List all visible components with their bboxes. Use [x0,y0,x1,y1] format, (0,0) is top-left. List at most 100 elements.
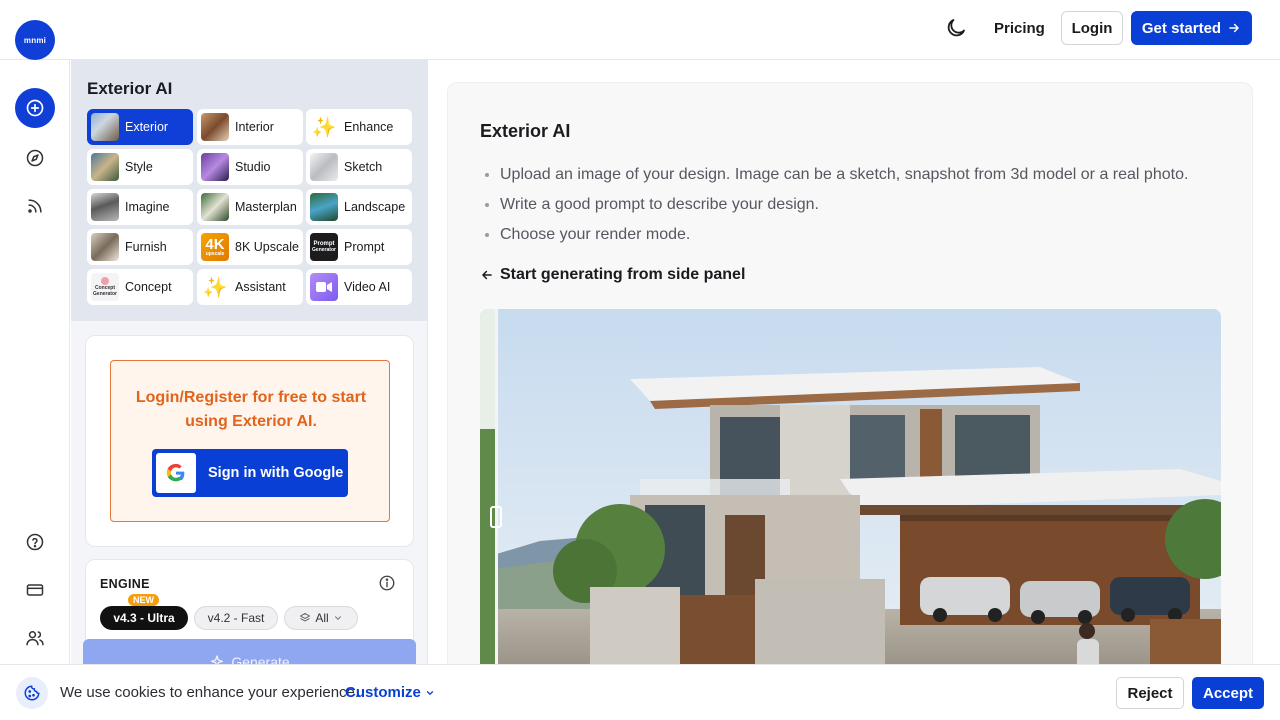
tool-furnish[interactable]: Furnish [87,229,193,265]
login-prompt-box: Login/Register for free to start using E… [110,360,390,522]
tool-label: Exterior [125,120,169,134]
tool-label: Masterplan [235,200,297,214]
tool-label: Enhance [344,120,394,134]
tool-label: 8K Upscale [235,240,299,254]
concept-thumb-dot [101,277,109,285]
chevron-down-icon [426,690,433,695]
landscape-thumbnail [310,193,338,221]
generate-button[interactable]: Generate [83,639,416,664]
exterior-thumbnail [91,113,119,141]
sketch-thumbnail [310,153,338,181]
main-title: Exterior AI [480,121,571,141]
info-icon[interactable] [378,574,396,592]
tool-label: Interior [235,120,274,134]
tool-video-ai[interactable]: Video AI [306,269,412,305]
main-card: Exterior AI Upload an image of your desi… [447,82,1253,682]
arrow-right-icon [1229,23,1239,33]
video-camera-icon [310,273,338,301]
tool-label: Studio [235,160,271,174]
tool-label: Concept [125,280,172,294]
customize-link[interactable]: Customize [345,684,435,701]
cookie-banner: We use cookies to enhance your experienc… [0,664,1280,720]
instruction-item: Choose your render mode. [500,223,1188,253]
tool-sketch[interactable]: Sketch [306,149,412,185]
layers-icon [300,613,311,622]
tool-label: Assistant [235,280,286,294]
tool-label: Sketch [344,160,383,174]
tool-assistant[interactable]: ✨ Assistant [197,269,303,305]
cookie-text: We use cookies to enhance your experienc… [60,684,360,701]
pricing-link[interactable]: Pricing [986,14,1053,42]
login-card: Login/Register for free to start using E… [85,335,414,547]
tool-panel: Exterior AI Exterior Interior ✨ Enhance … [71,60,428,664]
engine-option-fast[interactable]: v4.2 - Fast [194,606,278,630]
imagine-thumbnail [91,193,119,221]
tool-landscape[interactable]: Landscape [306,189,412,225]
tool-style[interactable]: Style [87,149,193,185]
tool-label: Furnish [125,240,167,254]
style-thumbnail [91,153,119,181]
engine-label: ENGINE [100,577,150,591]
upscale-thumbnail: 4K upscale [201,233,229,261]
tool-interior[interactable]: Interior [197,109,303,145]
google-icon [156,453,196,493]
upscale-thumb-top: 4K [205,236,225,253]
tool-concept[interactable]: Concept Generator Concept [87,269,193,305]
tool-label: Imagine [125,200,170,214]
prompt-thumb-line2: Generator [312,246,336,253]
start-generating-link[interactable]: Start generating from side panel [480,266,745,284]
left-rail [0,60,70,664]
instruction-item: Write a good prompt to describe your des… [500,193,1188,223]
panel-title: Exterior AI [87,79,173,98]
users-icon[interactable] [23,626,47,650]
top-bar: mnmi Pricing Login Get started [0,0,1280,60]
tool-masterplan[interactable]: Masterplan [197,189,303,225]
instructions-list: Upload an image of your design. Image ca… [500,163,1188,253]
tool-enhance[interactable]: ✨ Enhance [306,109,412,145]
credit-card-icon[interactable] [23,578,47,602]
reject-button[interactable]: Reject [1116,677,1184,709]
tool-exterior[interactable]: Exterior [87,109,193,145]
furnish-thumbnail [91,233,119,261]
tool-prompt[interactable]: Prompt Generator Prompt [306,229,412,265]
engine-option-all-label: All [315,611,329,625]
get-started-label: Get started [1141,19,1222,37]
concept-thumb-line2: Generator [93,290,117,297]
prompt-thumbnail: Prompt Generator [310,233,338,261]
upscale-thumb-bottom: upscale [205,251,225,257]
sparkles-icon: ✨ [202,276,228,299]
tool-label: Style [125,160,153,174]
login-prompt-text: Login/Register for free to start using E… [135,389,367,430]
login-button[interactable]: Login [1061,11,1123,45]
concept-thumbnail: Concept Generator [91,273,119,301]
tool-studio[interactable]: Studio [197,149,303,185]
moon-icon[interactable] [944,16,968,40]
help-icon[interactable] [23,530,47,554]
example-render-image [480,309,1221,681]
generate-label: Generate [231,654,290,664]
sign-in-google-button[interactable]: Sign in with Google [152,449,348,497]
tool-8k-upscale[interactable]: 4K upscale 8K Upscale [197,229,303,265]
tool-label: Prompt [344,240,385,254]
arrow-left-icon [482,270,492,280]
get-started-button[interactable]: Get started [1131,11,1252,45]
engine-option-all[interactable]: All [284,606,358,630]
studio-thumbnail [201,153,229,181]
plus-circle-icon[interactable] [15,88,55,128]
interior-thumbnail [201,113,229,141]
rss-icon[interactable] [23,194,47,218]
tool-imagine[interactable]: Imagine [87,189,193,225]
customize-label: Customize [345,684,421,701]
tool-label: Video AI [344,280,391,294]
sparkle-icon [211,655,224,664]
tools-grid: Exterior AI Exterior Interior ✨ Enhance … [71,60,427,321]
sparkles-icon: ✨ [311,116,337,139]
compass-icon[interactable] [23,146,47,170]
new-badge: NEW [128,594,159,606]
chevron-down-icon [334,616,341,620]
logo[interactable]: mnmi [15,20,55,60]
accept-button[interactable]: Accept [1192,677,1264,709]
engine-option-ultra[interactable]: v4.3 - Ultra [100,606,188,630]
start-generating-label: Start generating from side panel [500,266,746,283]
masterplan-thumbnail [201,193,229,221]
